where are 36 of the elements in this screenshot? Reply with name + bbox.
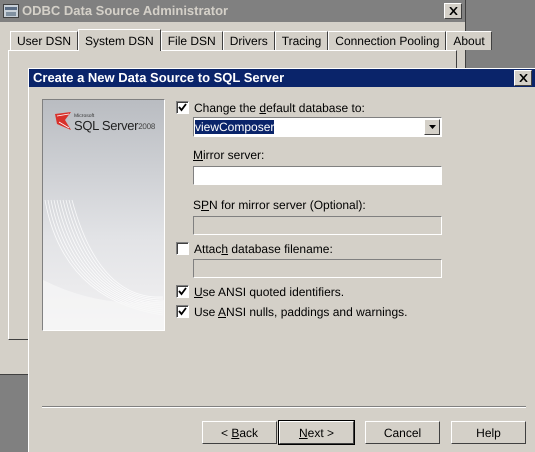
checkbox-label: Change the default database to: (194, 100, 365, 116)
tab[interactable]: Tracing (274, 31, 328, 50)
tab[interactable]: File DSN (160, 31, 223, 50)
field-label: Mirror server: (193, 147, 266, 164)
checkbox[interactable] (176, 285, 189, 298)
dialog-title: Create a New Data Source to SQL Server (33, 69, 286, 88)
tab[interactable]: User DSN (10, 31, 78, 50)
caret-icon (428, 125, 436, 129)
checkbox[interactable] (176, 242, 189, 255)
dialog-button[interactable]: Cancel (365, 421, 440, 444)
field-label: SPN for mirror server (Optional): (193, 197, 367, 214)
dialog-button[interactable]: Help (451, 421, 526, 444)
dropdown[interactable]: viewComposer (193, 117, 442, 137)
logo-icon (53, 110, 73, 132)
logo-version: 2008 (138, 123, 156, 131)
checkbox[interactable] (176, 305, 189, 318)
dialog-button[interactable]: Next > (279, 421, 354, 444)
close-icon (518, 74, 528, 82)
dropdown-value: viewComposer (195, 119, 276, 136)
dropdown-arrow-button[interactable] (424, 119, 440, 135)
tab[interactable]: Connection Pooling (328, 31, 446, 50)
close-button[interactable] (444, 3, 462, 19)
window-title: ODBC Data Source Administrator (22, 2, 230, 20)
checkbox-label: Attach database filename: (194, 240, 333, 258)
window-icon (3, 4, 19, 18)
checkbox-label: Use ANSI quoted identifiers. (194, 284, 344, 300)
close-icon (448, 7, 458, 15)
checkbox[interactable] (176, 101, 189, 114)
logo-product: SQL Server (74, 119, 138, 132)
tab[interactable]: Drivers (222, 31, 275, 50)
input-field[interactable] (193, 166, 442, 185)
tab[interactable]: About (446, 31, 492, 50)
close-button[interactable] (514, 70, 532, 86)
dialog-button[interactable]: < Back (202, 421, 277, 444)
tab[interactable]: System DSN (78, 29, 161, 51)
checkbox-label: Use ANSI nulls, paddings and warnings. (194, 304, 408, 320)
